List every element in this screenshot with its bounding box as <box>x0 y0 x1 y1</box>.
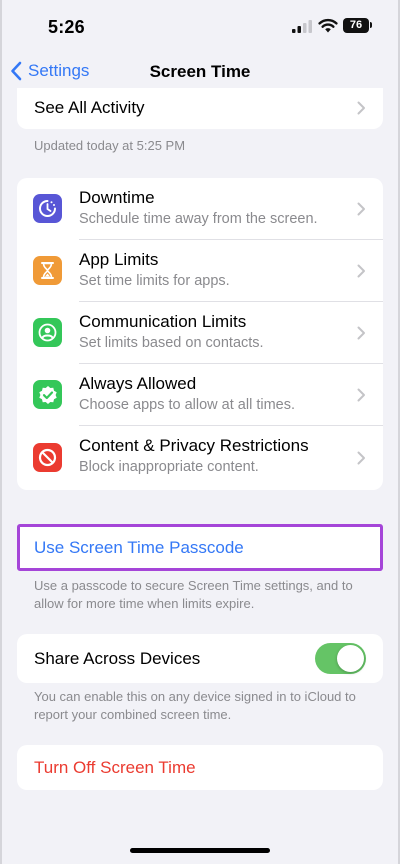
battery-cap <box>370 22 372 28</box>
restriction-icon <box>33 443 62 472</box>
toggle-knob <box>337 645 364 672</box>
contact-icon <box>33 318 62 347</box>
share-card: Share Across Devices <box>17 634 383 683</box>
communication-limits-title: Communication Limits <box>79 312 247 331</box>
turn-off-card: Turn Off Screen Time <box>17 745 383 790</box>
app-limits-title: App Limits <box>79 250 159 269</box>
see-all-activity-label: See All Activity <box>34 98 145 117</box>
share-footnote: You can enable this on any device signed… <box>34 689 356 722</box>
communication-limits-subtitle: Set limits based on contacts. <box>79 335 264 351</box>
updated-footnote: Updated today at 5:25 PM <box>34 138 186 153</box>
always-allowed-title: Always Allowed <box>79 374 197 393</box>
chevron-right-icon <box>357 264 365 278</box>
content-privacy-title: Content & Privacy Restrictions <box>79 436 309 455</box>
see-all-activity-row[interactable]: See All Activity <box>17 88 383 129</box>
downtime-subtitle: Schedule time away from the screen. <box>79 211 318 227</box>
chevron-right-icon <box>357 202 365 216</box>
chevron-right-icon <box>357 101 365 115</box>
always-allowed-subtitle: Choose apps to allow at all times. <box>79 397 295 413</box>
downtime-title: Downtime <box>79 188 155 207</box>
chevron-right-icon <box>357 451 365 465</box>
chevron-right-icon <box>357 388 365 402</box>
downtime-icon <box>33 194 62 223</box>
passcode-footnote: Use a passcode to secure Screen Time set… <box>34 578 353 611</box>
downtime-row[interactable]: Downtime Schedule time away from the scr… <box>17 178 383 240</box>
hourglass-icon <box>33 256 62 285</box>
share-across-devices-toggle[interactable] <box>315 643 366 674</box>
content-privacy-row[interactable]: Content & Privacy Restrictions Block ina… <box>17 426 383 490</box>
status-bar: 5:26 76 <box>0 0 400 52</box>
wifi-icon <box>318 18 338 33</box>
turn-off-label: Turn Off Screen Time <box>34 758 196 777</box>
share-across-devices-label: Share Across Devices <box>34 649 201 668</box>
passcode-card: Use Screen Time Passcode <box>17 524 383 571</box>
checkmark-seal-icon <box>33 380 62 409</box>
limits-card: Downtime Schedule time away from the scr… <box>17 178 383 490</box>
communication-limits-row[interactable]: Communication Limits Set limits based on… <box>17 302 383 364</box>
navigation-bar: Settings Screen Time <box>0 52 400 92</box>
share-across-devices-row: Share Across Devices <box>17 634 383 683</box>
turn-off-screen-time-button[interactable]: Turn Off Screen Time <box>17 745 383 790</box>
page-title: Screen Time <box>149 62 251 81</box>
activity-card: See All Activity <box>17 88 383 129</box>
app-limits-subtitle: Set time limits for apps. <box>79 273 230 289</box>
battery-indicator: 76 <box>343 18 369 33</box>
status-time: 5:26 <box>48 17 85 37</box>
home-indicator[interactable] <box>130 848 270 853</box>
always-allowed-row[interactable]: Always Allowed Choose apps to allow at a… <box>17 364 383 426</box>
app-limits-row[interactable]: App Limits Set time limits for apps. <box>17 240 383 302</box>
cellular-signal-icon <box>292 20 312 33</box>
content-privacy-subtitle: Block inappropriate content. <box>79 459 259 475</box>
use-passcode-label: Use Screen Time Passcode <box>34 538 244 557</box>
chevron-right-icon <box>357 326 365 340</box>
use-passcode-button[interactable]: Use Screen Time Passcode <box>17 524 383 571</box>
